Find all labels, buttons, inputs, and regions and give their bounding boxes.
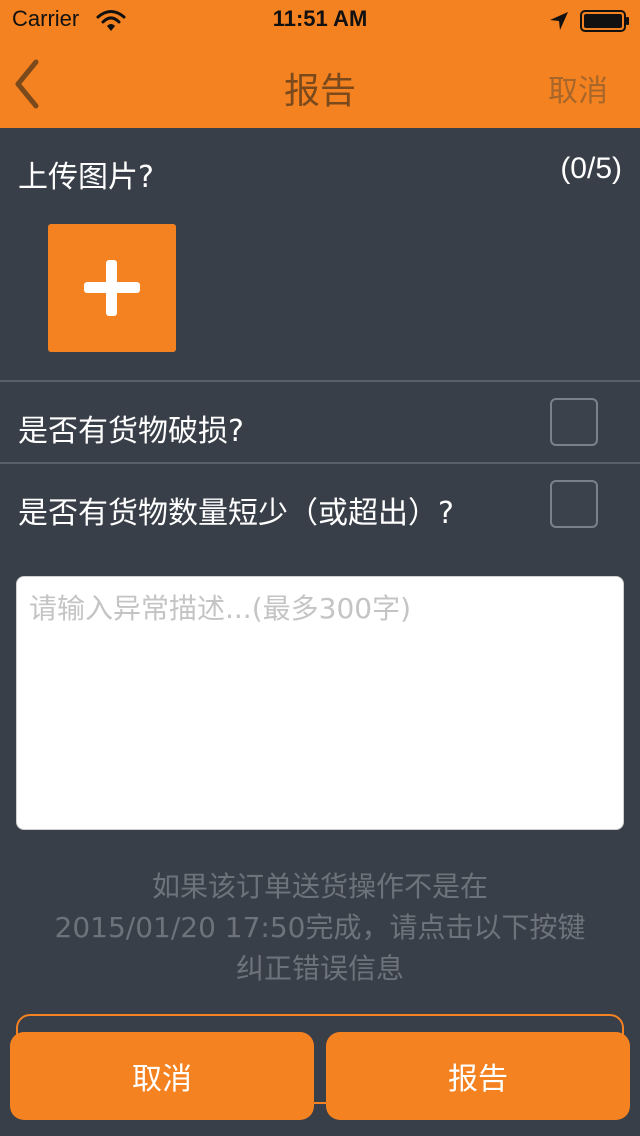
upload-images-label: 上传图片? xyxy=(18,160,154,195)
divider xyxy=(0,380,640,382)
nav-cancel-button[interactable]: 取消 xyxy=(548,66,608,110)
description-input[interactable] xyxy=(16,576,624,830)
add-image-button[interactable] xyxy=(48,224,176,352)
cancel-button[interactable]: 取消 xyxy=(10,1032,314,1120)
status-time: 11:51 AM xyxy=(272,6,368,31)
quantity-question-label: 是否有货物数量短少（或超出）? xyxy=(18,496,454,531)
notice-line-1: 如果该订单送货操作不是在 xyxy=(151,870,488,903)
report-screen: Carrier 11:51 AM 报告 取消 上传图片? (0/5) 是否有货物… xyxy=(0,0,640,1136)
quantity-checkbox[interactable] xyxy=(550,480,598,528)
notice-line-2: 2015/01/20 17:50完成，请点击以下按键 xyxy=(54,911,586,944)
plus-icon xyxy=(84,260,140,316)
damage-question-label: 是否有货物破损? xyxy=(18,414,244,449)
divider xyxy=(0,462,640,464)
notice-line-3: 纠正错误信息 xyxy=(235,952,404,985)
status-bar: Carrier 11:51 AM xyxy=(0,0,640,40)
damage-checkbox[interactable] xyxy=(550,398,598,446)
location-arrow-icon xyxy=(550,12,568,30)
upload-count: (0/5) xyxy=(560,152,622,185)
navigation-bar: 报告 取消 xyxy=(0,40,640,128)
battery-icon xyxy=(580,10,629,32)
report-button[interactable]: 报告 xyxy=(326,1032,630,1120)
top-bar: Carrier 11:51 AM 报告 取消 xyxy=(0,0,640,128)
correction-notice: 如果该订单送货操作不是在 2015/01/20 17:50完成，请点击以下按键 … xyxy=(0,866,640,989)
page-title: 报告 xyxy=(283,71,356,112)
